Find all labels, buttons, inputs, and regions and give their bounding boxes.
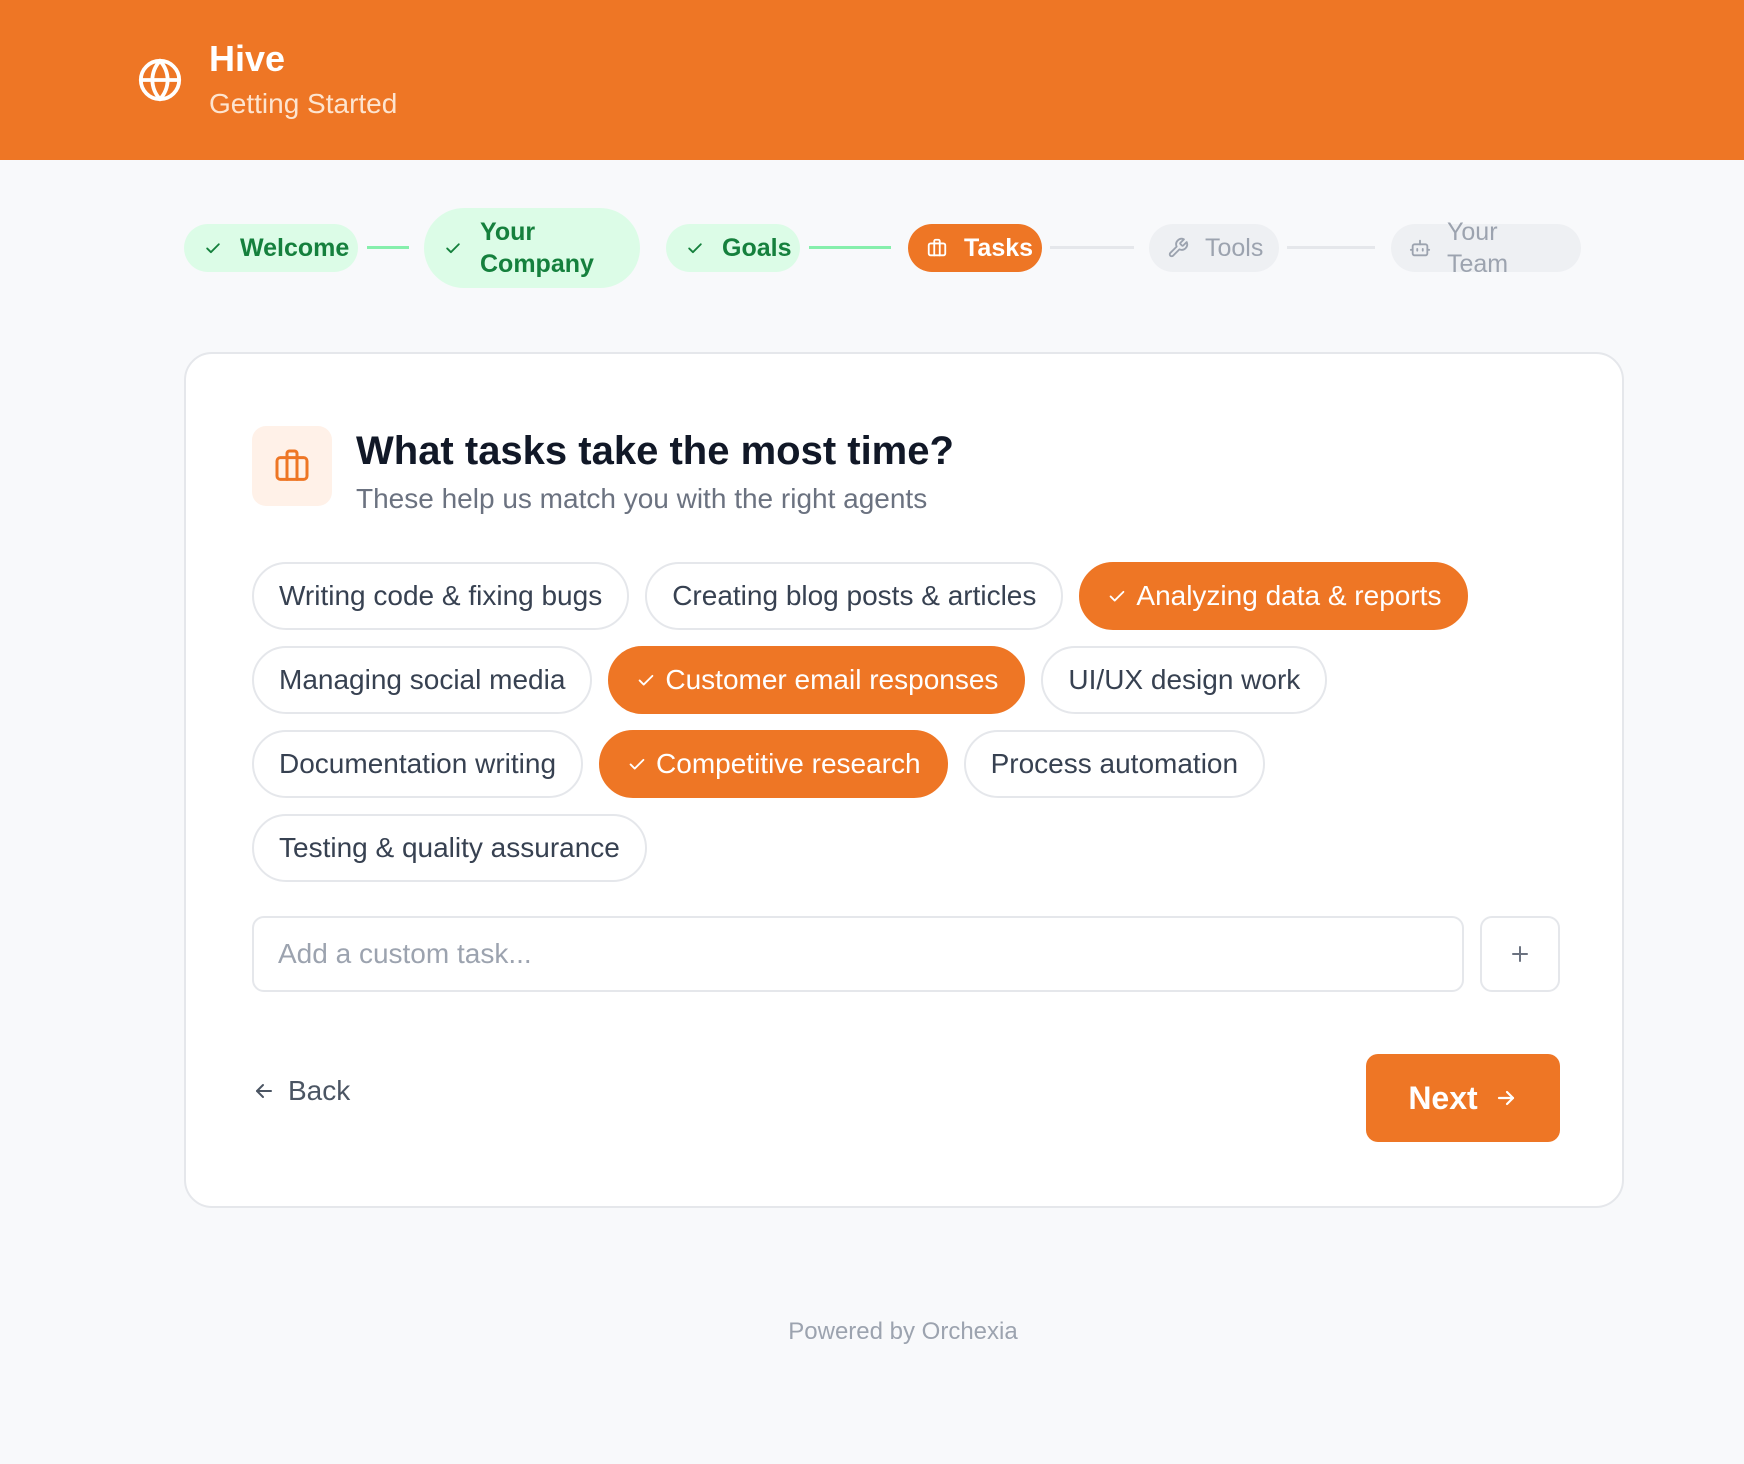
task-chip-label: Writing code & fixing bugs — [279, 580, 603, 611]
step-connector — [1050, 246, 1134, 249]
task-chip[interactable]: Analyzing data & reports — [1079, 562, 1469, 630]
step-label: Your Team — [1447, 218, 1509, 278]
step-goals[interactable]: Goals — [666, 224, 800, 272]
arrow-right-icon — [1494, 1086, 1518, 1110]
task-chip[interactable]: Testing & quality assurance — [252, 814, 647, 882]
check-icon — [635, 669, 657, 691]
task-chip[interactable]: UI/UX design work — [1041, 646, 1328, 714]
step-connector — [1287, 246, 1375, 249]
check-icon — [442, 237, 464, 259]
task-chip-label: UI/UX design work — [1068, 664, 1301, 695]
next-button[interactable]: Next — [1366, 1054, 1560, 1142]
task-chip-list: Writing code & fixing bugs Creating blog … — [252, 562, 1562, 882]
step-tasks[interactable]: Tasks — [908, 224, 1042, 272]
task-chip[interactable]: Process automation — [963, 730, 1266, 798]
arrow-left-icon — [252, 1079, 276, 1103]
robot-icon — [1409, 237, 1431, 259]
step-label: Tasks — [964, 234, 1034, 262]
check-icon — [684, 237, 706, 259]
check-icon — [1106, 585, 1128, 607]
task-chip-label: Customer email responses — [665, 664, 999, 695]
add-task-button[interactable] — [1480, 916, 1560, 992]
task-chip[interactable]: Writing code & fixing bugs — [252, 562, 630, 630]
task-chip[interactable]: Customer email responses — [608, 646, 1026, 714]
step-your-team[interactable]: Your Team — [1391, 218, 1581, 278]
card-header: What tasks take the most time? These hel… — [252, 426, 954, 518]
footer: Powered by Orchexia — [0, 1318, 1744, 1346]
app-header: Hive Getting Started — [0, 0, 1744, 160]
step-connector — [367, 246, 409, 249]
task-chip-label: Creating blog posts & articles — [672, 580, 1037, 611]
step-label: Welcome — [240, 234, 350, 262]
step-welcome[interactable]: Welcome — [184, 224, 358, 272]
task-chip-label: Documentation writing — [279, 748, 557, 779]
next-label: Next — [1408, 1079, 1478, 1116]
globe-icon — [137, 57, 183, 103]
custom-task-input[interactable] — [252, 916, 1464, 992]
step-connector — [809, 246, 891, 249]
tasks-card: What tasks take the most time? These hel… — [184, 352, 1624, 1208]
step-your-company[interactable]: Your Company — [424, 208, 640, 288]
card-subtitle: These help us match you with the right a… — [356, 483, 928, 514]
task-chip-label: Competitive research — [656, 748, 921, 779]
task-chip-label: Testing & quality assurance — [279, 832, 620, 863]
step-tools[interactable]: Tools — [1149, 224, 1279, 272]
app-name: Hive — [209, 38, 286, 79]
task-chip[interactable]: Competitive research — [599, 730, 948, 798]
brand: Hive Getting Started — [209, 37, 397, 123]
footer-text: Powered by Orchexia — [788, 1318, 1018, 1345]
app-subtitle: Getting Started — [209, 88, 398, 119]
task-chip-label: Process automation — [990, 748, 1239, 779]
card-title: What tasks take the most time? — [356, 429, 954, 473]
check-icon — [626, 753, 648, 775]
wrench-icon — [1167, 237, 1189, 259]
check-icon — [202, 237, 224, 259]
step-label: Goals — [722, 234, 792, 262]
briefcase-icon — [252, 426, 332, 506]
task-chip[interactable]: Creating blog posts & articles — [645, 562, 1064, 630]
card-titles: What tasks take the most time? These hel… — [356, 426, 954, 518]
task-chip-label: Analyzing data & reports — [1136, 580, 1442, 611]
task-chip[interactable]: Documentation writing — [252, 730, 584, 798]
step-label: Your Company — [480, 218, 594, 278]
task-chip-label: Managing social media — [279, 664, 566, 695]
back-label: Back — [288, 1075, 351, 1106]
plus-icon — [1508, 942, 1532, 966]
briefcase-icon — [926, 237, 948, 259]
step-label: Tools — [1205, 234, 1264, 262]
back-button[interactable]: Back — [252, 1066, 350, 1116]
task-chip[interactable]: Managing social media — [252, 646, 593, 714]
custom-task-row — [252, 916, 1562, 992]
onboarding-stepper: Welcome Your Company Goals Tasks Tools Y… — [184, 208, 1581, 288]
